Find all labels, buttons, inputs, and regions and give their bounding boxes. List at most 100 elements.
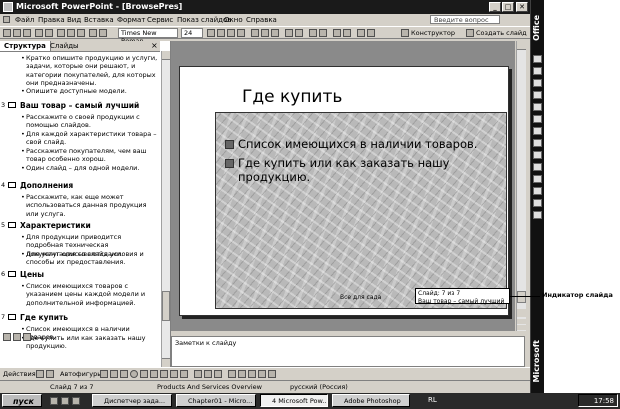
slide-bullet-text[interactable]: Где купить или как заказать нашу продукц… — [238, 156, 449, 184]
list-item[interactable]: Опишите доступные модели. — [21, 87, 160, 96]
undo-icon[interactable] — [89, 29, 97, 37]
quicklaunch-icon[interactable] — [50, 397, 58, 405]
underline-icon[interactable] — [227, 29, 235, 37]
font-color-icon[interactable] — [357, 29, 365, 37]
copy-icon[interactable] — [67, 29, 75, 37]
list-item[interactable]: Расскажите, как еще может использоваться… — [21, 193, 160, 218]
scroll-up-icon[interactable] — [517, 41, 526, 50]
shortcut-icon[interactable] — [533, 103, 542, 111]
prev-slide-icon[interactable] — [517, 319, 526, 324]
numbering-icon[interactable] — [285, 29, 293, 37]
decrease-font-icon[interactable] — [319, 29, 327, 37]
close-button[interactable]: ✕ — [516, 2, 528, 12]
shortcut-icon[interactable] — [533, 199, 542, 207]
designer-icon[interactable] — [401, 29, 409, 37]
menu-edit[interactable]: Правка — [38, 14, 65, 26]
shortcut-icon[interactable] — [533, 139, 542, 147]
list-item[interactable]: Кратко опишите продукцию и услуги, задач… — [21, 54, 160, 87]
notes-pane[interactable]: Заметки к слайду — [171, 336, 525, 367]
maximize-button[interactable]: □ — [502, 2, 514, 12]
system-tray-clock[interactable]: 17:58 — [578, 394, 618, 407]
rotate-icon[interactable] — [46, 370, 54, 378]
line-style-icon[interactable] — [228, 370, 236, 378]
fill-color-icon[interactable] — [194, 370, 202, 378]
language-indicator[interactable]: RL — [428, 396, 437, 404]
menu-help[interactable]: Справка — [246, 14, 277, 26]
open-icon[interactable] — [13, 29, 21, 37]
slide-canvas[interactable]: Где купить Список имеющихся в наличии то… — [179, 66, 509, 316]
bold-icon[interactable] — [207, 29, 215, 37]
align-right-icon[interactable] — [271, 29, 279, 37]
taskbar-button-photoshop[interactable]: Adobe Photoshop — [332, 394, 410, 407]
increase-font-icon[interactable] — [309, 29, 317, 37]
list-item[interactable]: Список имеющихся товаров с указанием цен… — [21, 282, 160, 307]
dash-style-icon[interactable] — [238, 370, 246, 378]
scroll-thumb[interactable] — [517, 291, 526, 303]
autoshapes-menu[interactable]: Автофигуры — [60, 370, 102, 378]
shortcut-icon[interactable] — [533, 55, 542, 63]
picture-icon[interactable] — [180, 370, 188, 378]
quicklaunch-icon[interactable] — [72, 397, 80, 405]
arrow-icon[interactable] — [110, 370, 118, 378]
slide-title[interactable]: Дополнения — [20, 181, 73, 190]
list-item[interactable]: Расскажите покупателям, чем ваш товар ос… — [21, 147, 160, 164]
normal-view-icon[interactable] — [3, 333, 11, 341]
print-icon[interactable] — [35, 29, 43, 37]
cut-icon[interactable] — [57, 29, 65, 37]
shortcut-icon[interactable] — [533, 115, 542, 123]
paste-icon[interactable] — [77, 29, 85, 37]
outline-scrollbar[interactable] — [161, 51, 170, 367]
textbox-icon[interactable] — [140, 370, 148, 378]
scroll-down-icon[interactable] — [517, 309, 526, 317]
slide-bullet[interactable]: Где купить или как заказать нашу продукц… — [225, 156, 488, 184]
start-button[interactable]: пуск — [2, 394, 42, 407]
slide-title[interactable]: Где купить — [20, 313, 68, 322]
menu-insert[interactable]: Вставка — [84, 14, 114, 26]
shortcut-icon[interactable] — [533, 211, 542, 219]
designer-button[interactable]: Конструктор — [411, 28, 455, 38]
scroll-thumb[interactable] — [162, 291, 170, 321]
taskbar-button-word[interactable]: Chapter01 - Micro... — [176, 394, 256, 407]
scroll-up-icon[interactable] — [162, 51, 170, 60]
arrow-style-icon[interactable] — [248, 370, 256, 378]
line-icon[interactable] — [100, 370, 108, 378]
slide-title[interactable]: Ваш товар – самый лучший — [20, 101, 139, 110]
powerpoint-app-icon[interactable] — [3, 2, 13, 12]
shortcut-icon[interactable] — [533, 163, 542, 171]
zoom-icon[interactable] — [99, 29, 107, 37]
slide-title-text[interactable]: Где купить — [242, 87, 342, 107]
font-name-select[interactable]: Times New Roman — [118, 28, 178, 45]
select-pointer-icon[interactable] — [36, 370, 44, 378]
font-color-icon[interactable] — [214, 370, 222, 378]
quicklaunch-icon[interactable] — [61, 397, 69, 405]
slideshow-view-icon[interactable] — [23, 333, 31, 341]
minimize-button[interactable]: _ — [489, 2, 501, 12]
line-color-icon[interactable] — [204, 370, 212, 378]
tab-slides[interactable]: Слайды — [46, 41, 83, 51]
sorter-view-icon[interactable] — [13, 333, 21, 341]
shortcut-icon[interactable] — [533, 79, 542, 87]
next-slide-icon[interactable] — [517, 325, 526, 330]
italic-icon[interactable] — [217, 29, 225, 37]
font-size-select[interactable]: 24 — [181, 28, 203, 38]
shortcut-icon[interactable] — [533, 67, 542, 75]
slide-bullet[interactable]: Список имеющихся в наличии товаров. — [225, 137, 488, 151]
slide-title[interactable]: Характеристики — [20, 221, 91, 230]
list-item[interactable]: Расскажите о своей продукции с помощью с… — [21, 113, 160, 130]
oval-icon[interactable] — [130, 370, 138, 378]
bullets-icon[interactable] — [295, 29, 303, 37]
preview-icon[interactable] — [45, 29, 53, 37]
wordart-icon[interactable] — [150, 370, 158, 378]
font-color-dropdown-icon[interactable] — [367, 29, 375, 37]
shortcut-icon[interactable] — [533, 151, 542, 159]
3d-style-icon[interactable] — [268, 370, 276, 378]
save-icon[interactable] — [23, 29, 31, 37]
taskbar-button-powerpoint[interactable]: 4 Microsoft Pow... — [260, 394, 328, 407]
actions-menu[interactable]: Действия — [3, 370, 36, 378]
menu-file[interactable]: Файл — [15, 14, 34, 26]
close-pane-icon[interactable]: × — [151, 41, 158, 51]
align-left-icon[interactable] — [251, 29, 259, 37]
rectangle-icon[interactable] — [120, 370, 128, 378]
align-center-icon[interactable] — [261, 29, 269, 37]
menu-tools[interactable]: Сервис — [147, 14, 173, 26]
